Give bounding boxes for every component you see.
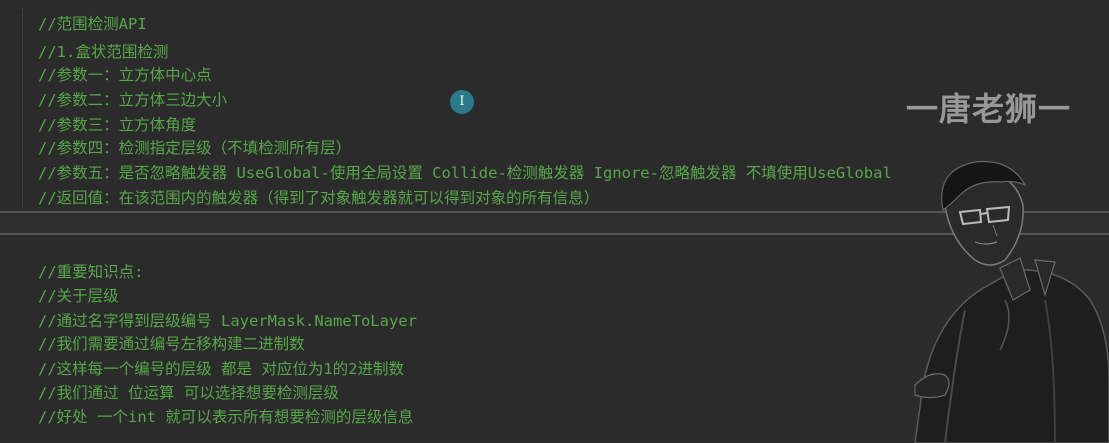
comment-line[interactable]: //我们通过 位运算 可以选择想要检测层级 xyxy=(38,381,339,405)
comment-line[interactable]: //参数四：检测指定层级（不填检测所有层） xyxy=(38,136,351,160)
comment-line[interactable]: //参数二：立方体三边大小 xyxy=(38,88,227,112)
comment-line[interactable]: //范围检测API xyxy=(38,12,147,36)
comment-line[interactable]: //1.盒状范围检测 xyxy=(38,40,168,64)
comment-line[interactable]: //参数三：立方体角度 xyxy=(38,113,196,137)
comment-line[interactable]: //关于层级 xyxy=(38,284,119,308)
comment-line[interactable]: //返回值：在该范围内的触发器（得到了对象触发器就可以得到对象的所有信息） xyxy=(38,186,599,210)
comment-line[interactable]: //好处 一个int 就可以表示所有想要检测的层级信息 xyxy=(38,405,413,429)
mascot-illustration xyxy=(914,160,1109,443)
comment-line[interactable]: //参数一：立方体中心点 xyxy=(38,63,212,87)
comment-line[interactable]: //重要知识点: xyxy=(38,260,144,284)
comment-line[interactable]: //通过名字得到层级编号 LayerMask.NameToLayer xyxy=(38,309,417,333)
comment-line[interactable]: //参数五：是否忽略触发器 UseGlobal-使用全局设置 Collide-检… xyxy=(38,161,892,185)
watermark-logo: 一唐老狮一 xyxy=(906,90,1072,128)
text-cursor-icon: I xyxy=(450,90,474,114)
indent-guide xyxy=(22,8,24,208)
comment-line[interactable]: //这样每一个编号的层级 都是 对应位为1的2进制数 xyxy=(38,357,404,381)
comment-line[interactable]: //我们需要通过编号左移构建二进制数 xyxy=(38,332,305,356)
